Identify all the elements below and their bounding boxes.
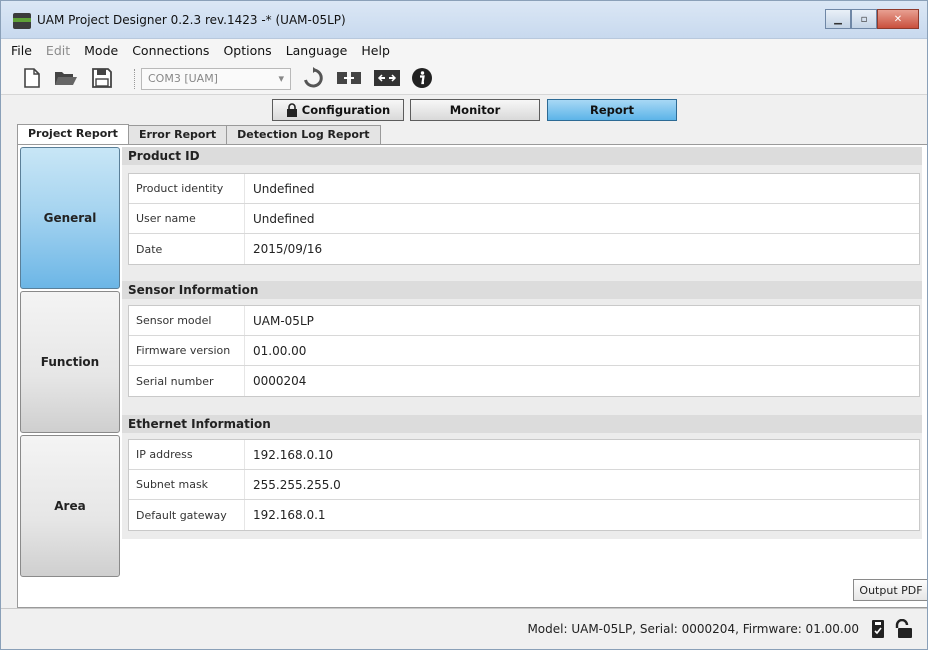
minimize-button[interactable]: ▁: [825, 9, 851, 29]
sidebar-item-area[interactable]: Area: [20, 435, 120, 577]
port-select[interactable]: COM3 [UAM] ▾: [141, 68, 291, 90]
section-title-sensor-information: Sensor Information: [122, 281, 922, 299]
row-value: 192.168.0.10: [253, 447, 334, 462]
output-pdf-button[interactable]: Output PDF: [853, 579, 927, 601]
table-row: Subnet mask 255.255.255.0: [129, 470, 919, 500]
row-label: Serial number: [129, 366, 245, 396]
menu-bar: File Edit Mode Connections Options Langu…: [1, 39, 927, 61]
row-label: Sensor model: [129, 306, 245, 335]
maximize-button[interactable]: ▫: [851, 9, 877, 29]
table-row: Firmware version 01.00.00: [129, 336, 919, 366]
table-row: User name Undefined: [129, 204, 919, 234]
row-label: Date: [129, 234, 245, 264]
tab-detection-log-report[interactable]: Detection Log Report: [226, 125, 381, 144]
sensor-information-table: Sensor model UAM-05LP Firmware version 0…: [128, 305, 920, 397]
mode-bar: Configuration Monitor Report: [1, 96, 927, 124]
usb-drive-icon: [872, 620, 884, 638]
row-value: 255.255.255.0: [253, 477, 341, 492]
menu-edit[interactable]: Edit: [46, 43, 70, 58]
menu-file[interactable]: File: [11, 43, 32, 58]
report-mode-label: Report: [590, 103, 634, 117]
menu-connections[interactable]: Connections: [132, 43, 209, 58]
info-icon[interactable]: [411, 67, 433, 89]
save-icon[interactable]: [91, 67, 113, 89]
monitor-mode-button[interactable]: Monitor: [410, 99, 540, 121]
row-value: Undefined: [253, 181, 315, 196]
menu-mode[interactable]: Mode: [84, 43, 118, 58]
title-bar: UAM Project Designer 0.2.3 rev.1423 -* (…: [1, 1, 927, 39]
row-value: 01.00.00: [253, 343, 307, 358]
table-row: Default gateway 192.168.0.1: [129, 500, 919, 530]
status-text: Model: UAM-05LP, Serial: 0000204, Firmwa…: [527, 622, 859, 636]
lock-icon: [286, 103, 297, 117]
toolbar-separator: [134, 69, 135, 89]
row-label: Subnet mask: [129, 470, 245, 499]
configuration-mode-label: Configuration: [301, 103, 391, 117]
app-logo-icon: [13, 13, 31, 29]
row-label: Default gateway: [129, 500, 245, 530]
row-label: User name: [129, 204, 245, 233]
open-folder-icon[interactable]: [53, 67, 79, 89]
menu-language[interactable]: Language: [286, 43, 348, 58]
report-main-area: Product ID Product identity Undefined Us…: [122, 147, 922, 539]
refresh-icon[interactable]: [302, 67, 324, 89]
report-tabs: Project Report Error Report Detection Lo…: [17, 124, 381, 144]
new-file-icon[interactable]: [21, 67, 43, 89]
menu-help[interactable]: Help: [361, 43, 390, 58]
table-row: Date 2015/09/16: [129, 234, 919, 264]
report-mode-button[interactable]: Report: [547, 99, 677, 121]
report-content-panel: General Function Area Product ID Product…: [17, 144, 927, 608]
chevron-down-icon: ▾: [278, 72, 284, 85]
row-value: 2015/09/16: [253, 242, 323, 256]
sidebar-item-function[interactable]: Function: [20, 291, 120, 433]
menu-options[interactable]: Options: [223, 43, 271, 58]
port-select-value: COM3 [UAM]: [148, 72, 218, 85]
configuration-mode-button[interactable]: Configuration: [272, 99, 404, 121]
ethernet-information-table: IP address 192.168.0.10 Subnet mask 255.…: [128, 439, 920, 531]
close-button[interactable]: ✕: [877, 9, 919, 29]
product-id-table: Product identity Undefined User name Und…: [128, 173, 920, 265]
table-row: Product identity Undefined: [129, 174, 919, 204]
row-label: Product identity: [129, 174, 245, 203]
toolbar: COM3 [UAM] ▾: [1, 61, 927, 95]
unlock-icon[interactable]: [893, 619, 913, 639]
row-value: UAM-05LP: [253, 313, 314, 328]
sidebar-item-general[interactable]: General: [20, 147, 120, 289]
row-value: Undefined: [253, 211, 315, 226]
disconnect-icon[interactable]: [373, 67, 401, 89]
window-title: UAM Project Designer 0.2.3 rev.1423 -* (…: [37, 13, 346, 27]
sidebar-item-label: General: [43, 211, 97, 225]
window-controls: ▁ ▫ ✕: [825, 9, 919, 29]
section-title-product-id: Product ID: [122, 147, 922, 165]
table-row: Sensor model UAM-05LP: [129, 306, 919, 336]
table-row: Serial number 0000204: [129, 366, 919, 396]
row-value: 0000204: [253, 374, 307, 388]
row-label: IP address: [129, 440, 245, 469]
sidebar-item-label: Area: [54, 499, 86, 513]
section-title-ethernet-information: Ethernet Information: [122, 415, 922, 433]
row-label: Firmware version: [129, 336, 245, 365]
tab-project-report[interactable]: Project Report: [17, 124, 129, 144]
connect-icon[interactable]: [335, 67, 363, 89]
row-value: 192.168.0.1: [253, 508, 326, 522]
table-row: IP address 192.168.0.10: [129, 440, 919, 470]
status-bar: Model: UAM-05LP, Serial: 0000204, Firmwa…: [1, 608, 927, 649]
tab-error-report[interactable]: Error Report: [127, 125, 228, 144]
monitor-mode-label: Monitor: [449, 103, 501, 117]
app-window: UAM Project Designer 0.2.3 rev.1423 -* (…: [0, 0, 928, 650]
sidebar-item-label: Function: [40, 355, 100, 369]
